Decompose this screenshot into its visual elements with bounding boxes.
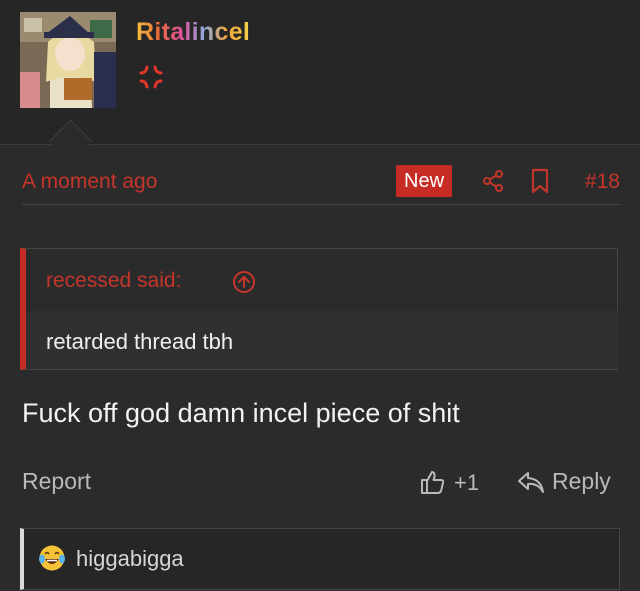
username[interactable]: Ritalincel <box>136 18 250 47</box>
reaction-users[interactable]: higgabigga <box>76 546 184 572</box>
bookmark-icon[interactable] <box>529 168 551 194</box>
crying-laughing-emoji-icon <box>39 545 65 571</box>
post-number[interactable]: #18 <box>585 170 620 194</box>
reply-button[interactable]: Reply <box>552 468 611 495</box>
share-icon[interactable] <box>481 169 505 193</box>
post-header: Ritalincel <box>0 0 640 145</box>
avatar[interactable] <box>20 12 116 108</box>
thumbs-up-icon[interactable] <box>420 469 446 495</box>
quote-body: retarded thread tbh <box>26 311 618 369</box>
new-badge: New <box>396 165 453 197</box>
arrow-up-circle-icon[interactable] <box>232 270 256 294</box>
quote-text: retarded thread tbh <box>46 329 234 354</box>
report-button[interactable]: Report <box>22 468 91 495</box>
post-message: Fuck off god damn incel piece of shit <box>22 398 460 428</box>
reactions-bar[interactable]: higgabigga <box>20 528 620 590</box>
post-time[interactable]: A moment ago <box>22 170 157 194</box>
anger-icon <box>139 65 163 89</box>
quote-header[interactable]: recessed said: <box>26 249 618 311</box>
like-count[interactable]: +1 <box>454 470 479 496</box>
reply-icon[interactable] <box>516 470 546 496</box>
post-meta: A moment ago New #18 <box>22 162 620 205</box>
quote-block: recessed said: retarded thread tbh <box>20 248 618 370</box>
avatar-image <box>20 12 116 108</box>
quote-author[interactable]: recessed said: <box>46 269 181 293</box>
